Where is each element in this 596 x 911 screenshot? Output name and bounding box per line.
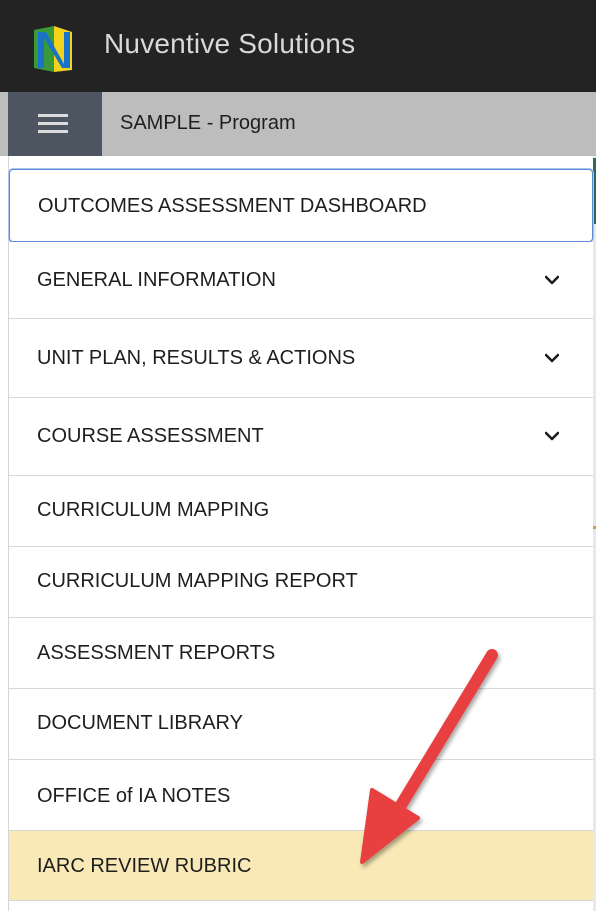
menu-item-label: CURRICULUM MAPPING REPORT — [37, 570, 358, 592]
menu-item-document-library[interactable]: DOCUMENT LIBRARY — [9, 689, 593, 760]
menu-item-label: COURSE ASSESSMENT — [37, 425, 264, 447]
context-bar: SAMPLE - Program — [0, 92, 596, 156]
menu-item-curriculum-mapping-report[interactable]: CURRICULUM MAPPING REPORT — [9, 547, 593, 618]
menu-item-assessment-reports[interactable]: ASSESSMENT REPORTS — [9, 618, 593, 689]
menu-item-label: DOCUMENT LIBRARY — [37, 712, 243, 734]
menu-item-outcomes-assessment-dashboard[interactable]: OUTCOMES ASSESSMENT DASHBOARD — [9, 169, 593, 242]
chevron-down-icon[interactable] — [545, 429, 559, 443]
brand-title: Nuventive Solutions — [104, 28, 356, 59]
menu-item-iarc-review-rubric[interactable]: IARC REVIEW RUBRIC — [9, 831, 593, 901]
hamburger-menu-icon — [38, 114, 68, 134]
menu-item-label: CURRICULUM MAPPING — [37, 499, 270, 521]
menu-item-office-of-ia-notes[interactable]: OFFICE of IA NOTES — [9, 760, 593, 831]
menu-item-label: GENERAL INFORMATION — [37, 269, 276, 291]
menu-item-unit-plan-results-actions[interactable]: UNIT PLAN, RESULTS & ACTIONS — [9, 319, 593, 398]
menu-item-curriculum-mapping[interactable]: CURRICULUM MAPPING — [9, 476, 593, 547]
menu-item-general-information[interactable]: GENERAL INFORMATION — [9, 242, 593, 319]
top-header: Nuventive Solutions — [0, 0, 596, 92]
menu-item-label: IARC REVIEW RUBRIC — [37, 855, 252, 877]
chevron-down-icon[interactable] — [545, 351, 559, 365]
menu-item-label: OFFICE of IA NOTES — [37, 785, 231, 807]
menu-item-label: ASSESSMENT REPORTS — [37, 642, 276, 664]
navigation-menu: OUTCOMES ASSESSMENT DASHBOARD GENERAL IN… — [8, 156, 593, 911]
nuventive-logo-icon — [34, 26, 72, 72]
menu-item-course-assessment[interactable]: COURSE ASSESSMENT — [9, 398, 593, 476]
menu-item-label: UNIT PLAN, RESULTS & ACTIONS — [37, 347, 356, 369]
breadcrumb: SAMPLE - Program — [120, 112, 296, 134]
menu-item-label: OUTCOMES ASSESSMENT DASHBOARD — [38, 195, 427, 217]
app-window: Nuventive Solutions SAMPLE - Program OUT… — [0, 0, 596, 911]
hamburger-menu-button[interactable] — [8, 92, 102, 156]
chevron-down-icon[interactable] — [545, 273, 559, 287]
